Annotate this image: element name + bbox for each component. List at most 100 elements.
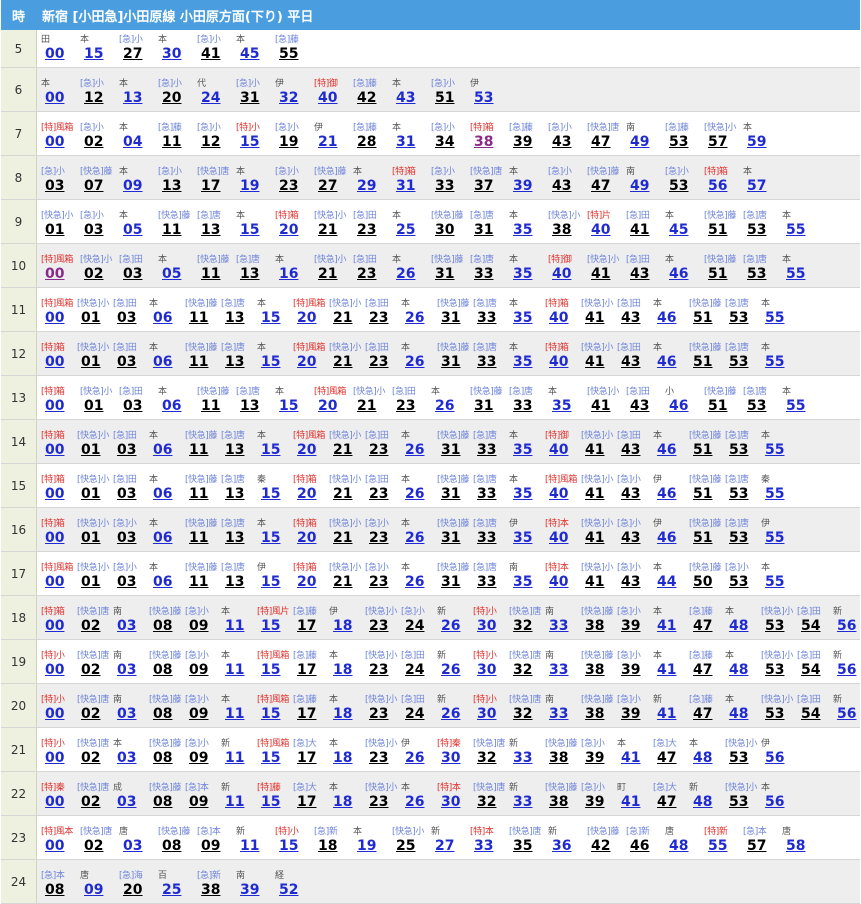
departure-minute-link[interactable]: 06 — [149, 354, 185, 371]
departure-minute-link[interactable]: 04 — [119, 134, 158, 151]
departure-item[interactable]: [急]本 57 — [743, 827, 782, 855]
departure-item[interactable]: [急]唐 13 — [221, 563, 257, 591]
departure-minute-link[interactable]: 15 — [257, 794, 293, 811]
departure-item[interactable]: [急]小 23 — [365, 563, 401, 591]
departure-minute-link[interactable]: 33 — [473, 354, 509, 371]
departure-item[interactable]: [快急]小 21 — [329, 475, 365, 503]
departure-item[interactable]: [快急]小 23 — [365, 783, 401, 811]
departure-item[interactable]: [快急]唐 47 — [587, 123, 626, 151]
departure-minute-link[interactable]: 23 — [365, 310, 401, 327]
departure-minute-link[interactable]: 03 — [113, 750, 149, 767]
departure-item[interactable]: [急]田 03 — [119, 255, 158, 283]
departure-minute-link[interactable]: 21 — [329, 530, 365, 547]
departure-minute-link[interactable]: 40 — [587, 222, 626, 239]
departure-minute-link[interactable]: 02 — [80, 838, 119, 855]
departure-item[interactable]: 新 26 — [437, 695, 473, 723]
departure-item[interactable]: [快急]藤 08 — [158, 827, 197, 855]
departure-minute-link[interactable]: 24 — [401, 662, 437, 679]
departure-minute-link[interactable]: 23 — [365, 706, 401, 723]
departure-minute-link[interactable]: 39 — [617, 662, 653, 679]
departure-item[interactable]: [特]風箱 00 — [41, 563, 77, 591]
departure-minute-link[interactable]: 56 — [704, 178, 743, 195]
departure-minute-link[interactable]: 53 — [725, 794, 761, 811]
departure-minute-link[interactable]: 43 — [617, 354, 653, 371]
departure-item[interactable]: [急]小 23 — [275, 167, 314, 195]
departure-item[interactable]: 本 45 — [665, 211, 704, 239]
departure-item[interactable]: [快急]藤 51 — [689, 475, 725, 503]
departure-item[interactable]: [快急]小 21 — [329, 519, 365, 547]
departure-minute-link[interactable]: 32 — [509, 662, 545, 679]
departure-minute-link[interactable]: 47 — [689, 662, 725, 679]
departure-minute-link[interactable]: 18 — [329, 706, 365, 723]
departure-item[interactable]: 本 11 — [221, 695, 257, 723]
departure-item[interactable]: [急]藤 39 — [509, 123, 548, 151]
departure-item[interactable]: [急]唐 33 — [470, 255, 509, 283]
departure-item[interactable]: 新 26 — [437, 607, 473, 635]
departure-minute-link[interactable]: 15 — [236, 222, 275, 239]
departure-minute-link[interactable]: 51 — [689, 310, 725, 327]
departure-item[interactable]: [快急]小 21 — [329, 563, 365, 591]
departure-item[interactable]: [急]唐 53 — [725, 299, 761, 327]
departure-minute-link[interactable]: 18 — [329, 750, 365, 767]
departure-item[interactable]: [急]小 03 — [80, 211, 119, 239]
departure-item[interactable]: [急]大 17 — [293, 783, 329, 811]
departure-item[interactable]: 唐 48 — [665, 827, 704, 855]
departure-item[interactable]: [特]箱 00 — [41, 519, 77, 547]
departure-minute-link[interactable]: 54 — [797, 706, 833, 723]
departure-item[interactable]: [急]藤 47 — [689, 607, 725, 635]
departure-minute-link[interactable]: 08 — [149, 706, 185, 723]
departure-item[interactable]: [急]唐 33 — [473, 343, 509, 371]
departure-item[interactable]: [快急]唐 02 — [77, 739, 113, 767]
departure-item[interactable]: [特]小 00 — [41, 739, 77, 767]
departure-minute-link[interactable]: 57 — [743, 178, 782, 195]
departure-item[interactable]: [特]小 00 — [41, 651, 77, 679]
departure-minute-link[interactable]: 11 — [185, 574, 221, 591]
departure-minute-link[interactable]: 39 — [236, 882, 275, 899]
departure-minute-link[interactable]: 26 — [401, 486, 437, 503]
departure-item[interactable]: 南 49 — [626, 167, 665, 195]
departure-minute-link[interactable]: 08 — [149, 618, 185, 635]
departure-minute-link[interactable]: 01 — [80, 398, 119, 415]
departure-minute-link[interactable]: 34 — [431, 134, 470, 151]
departure-item[interactable]: [特]箱 20 — [293, 475, 329, 503]
departure-item[interactable]: [急]唐 13 — [221, 519, 257, 547]
departure-minute-link[interactable]: 17 — [293, 618, 329, 635]
departure-minute-link[interactable]: 15 — [80, 46, 119, 63]
departure-item[interactable]: [急]唐 53 — [725, 343, 761, 371]
departure-minute-link[interactable]: 15 — [257, 618, 293, 635]
departure-minute-link[interactable]: 41 — [653, 706, 689, 723]
departure-item[interactable]: [急]本 09 — [185, 783, 221, 811]
departure-item[interactable]: 代 24 — [197, 79, 236, 107]
departure-item[interactable]: [急]田 43 — [617, 431, 653, 459]
departure-item[interactable]: 南 03 — [113, 607, 149, 635]
departure-item[interactable]: [快急]藤 38 — [581, 695, 617, 723]
departure-item[interactable]: [急]唐 31 — [470, 211, 509, 239]
departure-item[interactable]: [急]小 43 — [617, 519, 653, 547]
departure-minute-link[interactable]: 26 — [437, 662, 473, 679]
departure-minute-link[interactable]: 39 — [617, 618, 653, 635]
departure-minute-link[interactable]: 31 — [437, 354, 473, 371]
departure-item[interactable]: 新 11 — [221, 739, 257, 767]
departure-minute-link[interactable]: 55 — [782, 222, 821, 239]
departure-minute-link[interactable]: 35 — [509, 486, 545, 503]
departure-item[interactable]: 本 55 — [782, 211, 821, 239]
departure-item[interactable]: [急]田 03 — [113, 475, 149, 503]
departure-minute-link[interactable]: 46 — [626, 838, 665, 855]
departure-item[interactable]: [快急]藤 08 — [149, 695, 185, 723]
departure-minute-link[interactable]: 56 — [761, 794, 797, 811]
departure-item[interactable]: [特]風片 15 — [257, 607, 293, 635]
departure-minute-link[interactable]: 30 — [473, 662, 509, 679]
departure-minute-link[interactable]: 00 — [41, 530, 77, 547]
departure-minute-link[interactable]: 01 — [77, 354, 113, 371]
departure-minute-link[interactable]: 20 — [293, 310, 329, 327]
departure-item[interactable]: 本 15 — [236, 211, 275, 239]
departure-item[interactable]: [快急]藤 47 — [587, 167, 626, 195]
departure-minute-link[interactable]: 29 — [353, 178, 392, 195]
departure-minute-link[interactable]: 09 — [185, 662, 221, 679]
departure-minute-link[interactable]: 58 — [782, 838, 821, 855]
departure-item[interactable]: [特]小 15 — [275, 827, 314, 855]
departure-minute-link[interactable]: 40 — [545, 530, 581, 547]
departure-minute-link[interactable]: 38 — [548, 222, 587, 239]
departure-minute-link[interactable]: 13 — [197, 222, 236, 239]
departure-item[interactable]: [特]風箱 20 — [314, 387, 353, 415]
